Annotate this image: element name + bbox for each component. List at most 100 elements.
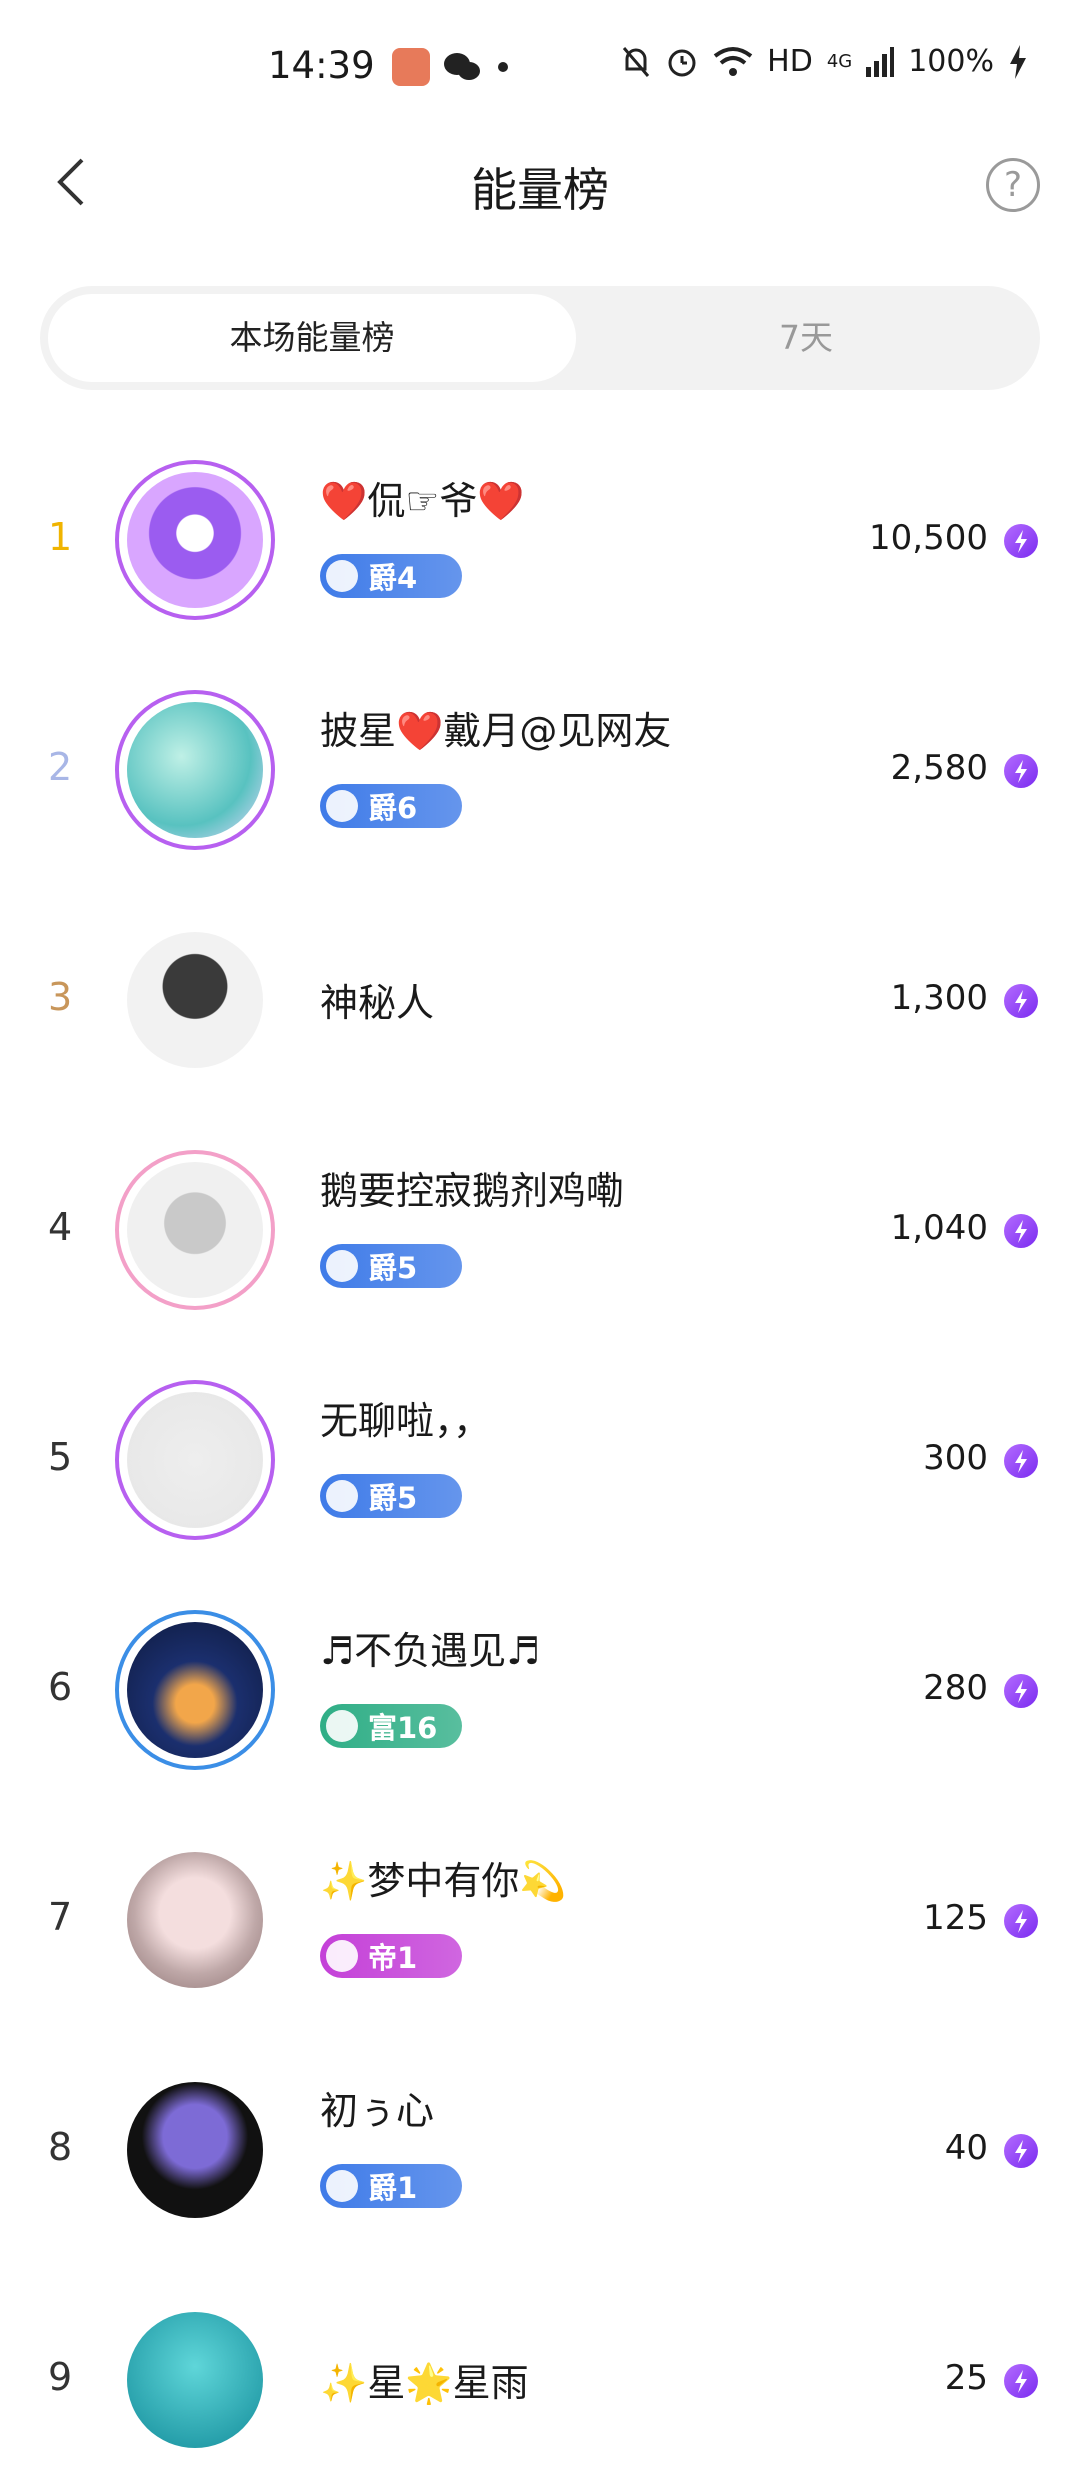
energy-bolt-icon: [1004, 2134, 1038, 2168]
wifi-icon: [713, 46, 753, 76]
rank-number: 8: [48, 2125, 73, 2169]
signal-bars-icon: [866, 46, 895, 77]
charging-icon: [1010, 44, 1026, 79]
ranking-row[interactable]: 3 神秘人 1,300: [0, 870, 1080, 1100]
battery-level: 100%: [908, 44, 994, 79]
avatar[interactable]: [115, 1150, 275, 1310]
ranking-row[interactable]: 8 初ぅ心爵1 40: [0, 2020, 1080, 2250]
dot-icon: [498, 62, 508, 72]
badge-label: 爵1: [368, 2171, 418, 2205]
ranking-row[interactable]: 9 ✨星🌟星雨 25: [0, 2250, 1080, 2480]
avatar[interactable]: [115, 2300, 275, 2460]
avatar-frame: [115, 1380, 275, 1540]
rank-number: 1: [48, 515, 73, 559]
energy-bolt-icon: [1004, 1444, 1038, 1478]
energy-score: 300: [923, 1438, 988, 1478]
user-name: ✨星🌟星雨: [320, 2361, 529, 2405]
tab-current-session[interactable]: 本场能量榜: [48, 294, 576, 382]
user-name: 无聊啦，，: [320, 1399, 492, 1443]
rank-number: 9: [48, 2355, 73, 2399]
mute-bell-icon: [623, 46, 650, 77]
badge-gem-icon: [326, 1250, 358, 1282]
ranking-row[interactable]: 7 ✨梦中有你💫 帝1 125: [0, 1790, 1080, 2020]
app-notification-icon: [392, 48, 430, 86]
badge-label: 富16: [368, 1711, 438, 1745]
badge-label: 爵4: [368, 561, 418, 595]
avatar[interactable]: [115, 1610, 275, 1770]
level-badge: 爵5: [320, 1244, 462, 1288]
avatar[interactable]: [115, 1840, 275, 2000]
energy-bolt-icon: [1004, 754, 1038, 788]
ranking-row[interactable]: 2 披星❤️戴月@见网友 爵6 2,580: [0, 640, 1080, 870]
level-badge: 帝1: [320, 1934, 462, 1978]
energy-bolt-icon: [1004, 2364, 1038, 2398]
avatar[interactable]: [115, 2070, 275, 2230]
rank-number: 3: [48, 975, 73, 1019]
avatar-image: [127, 2312, 263, 2448]
network-type: HD: [767, 44, 813, 79]
help-button[interactable]: ?: [986, 158, 1040, 212]
tab-bar: 本场能量榜 7天: [40, 286, 1040, 390]
signal-type: 4G: [826, 51, 853, 72]
energy-score: 280: [923, 1668, 988, 1708]
badge-label: 帝1: [368, 1941, 418, 1975]
badge-gem-icon: [326, 1940, 358, 1972]
energy-score: 125: [923, 1898, 988, 1938]
badge-label: 爵5: [368, 1481, 418, 1515]
avatar-image: [127, 2082, 263, 2218]
energy-score: 2,580: [890, 748, 988, 788]
ranking-row[interactable]: 5 无聊啦，， 爵5 300: [0, 1330, 1080, 1560]
energy-bolt-icon: [1004, 984, 1038, 1018]
avatar[interactable]: [115, 920, 275, 1080]
avatar-frame: [115, 690, 275, 850]
user-name: 鹅要控寂鹅剂鸡嘞: [320, 1169, 625, 1213]
ranking-row[interactable]: 6 ♬不负遇见♬ 富16 280: [0, 1560, 1080, 1790]
badge-gem-icon: [326, 1480, 358, 1512]
energy-score: 10,500: [869, 518, 988, 558]
energy-score: 1,040: [890, 1208, 988, 1248]
level-badge: 爵4: [320, 554, 462, 598]
rank-number: 5: [48, 1435, 73, 1479]
user-name: ❤️侃☞爷❤️: [320, 479, 525, 523]
avatar-frame: [115, 460, 275, 620]
badge-gem-icon: [326, 560, 358, 592]
level-badge: 爵5: [320, 1474, 462, 1518]
avatar-image: [127, 932, 263, 1068]
user-name: 初ぅ心: [320, 2089, 435, 2133]
alarm-icon: [668, 49, 696, 76]
ranking-row[interactable]: 1 ❤️侃☞爷❤️ 爵4 10,500: [0, 410, 1080, 640]
energy-score: 1,300: [890, 978, 988, 1018]
badge-label: 爵5: [368, 1251, 418, 1285]
energy-score: 40: [944, 2128, 988, 2168]
rank-number: 6: [48, 1665, 73, 1709]
avatar[interactable]: [115, 690, 275, 850]
badge-gem-icon: [326, 790, 358, 822]
energy-bolt-icon: [1004, 1214, 1038, 1248]
avatar-frame: [115, 1150, 275, 1310]
header: 能量榜 ?: [0, 130, 1080, 240]
badge-gem-icon: [326, 1710, 358, 1742]
energy-bolt-icon: [1004, 524, 1038, 558]
user-name: ♬不负遇见♬: [320, 1629, 541, 1673]
user-name: 披星❤️戴月@见网友: [320, 709, 672, 753]
rank-number: 7: [48, 1895, 73, 1939]
user-name: ✨梦中有你💫: [320, 1859, 567, 1903]
user-name: 神秘人: [320, 981, 435, 1025]
energy-bolt-icon: [1004, 1674, 1038, 1708]
page-title: 能量榜: [471, 163, 609, 217]
wechat-icon: [442, 48, 482, 86]
energy-score: 25: [944, 2358, 988, 2398]
badge-gem-icon: [326, 2170, 358, 2202]
level-badge: 爵1: [320, 2164, 462, 2208]
avatar-image: [127, 1852, 263, 1988]
avatar-frame: [115, 1610, 275, 1770]
avatar[interactable]: [115, 460, 275, 620]
ranking-row[interactable]: 4 鹅要控寂鹅剂鸡嘞 爵5 1,040: [0, 1100, 1080, 1330]
level-badge: 爵6: [320, 784, 462, 828]
tab-7-days[interactable]: 7天: [580, 294, 1032, 382]
status-icons: HD 4G 100%: [621, 44, 1028, 79]
rank-number: 2: [48, 745, 73, 789]
avatar[interactable]: [115, 1380, 275, 1540]
level-badge: 富16: [320, 1704, 462, 1748]
status-time: 14:39: [268, 44, 375, 87]
